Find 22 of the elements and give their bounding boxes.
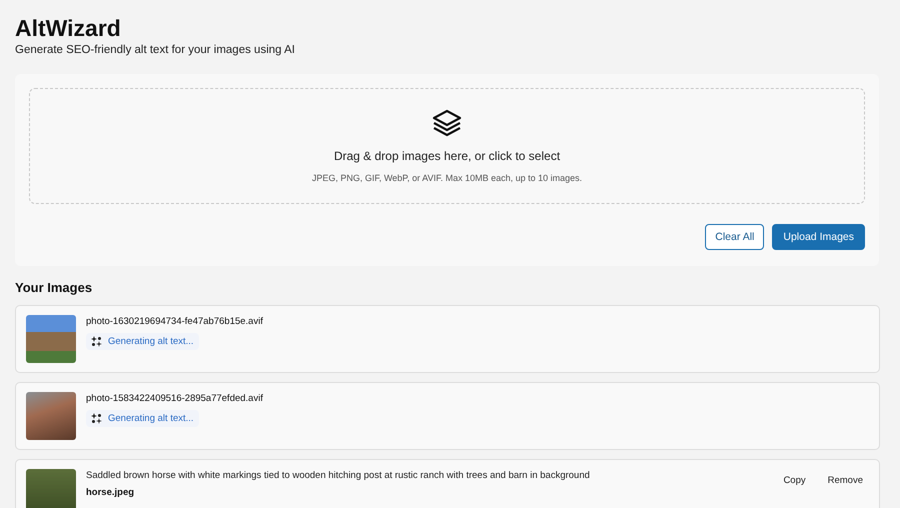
photo-placeholder xyxy=(26,392,76,440)
dropzone[interactable]: Drag & drop images here, or click to select JPEG, PNG, GIF, WebP, or AVIF. Max 10MB each, up to 10 images. xyxy=(29,88,865,204)
file-name: horse.jpeg xyxy=(86,487,136,498)
file-name: photo-1583422409516-2895a77efded.avif xyxy=(86,393,264,404)
section-title: Your Images xyxy=(15,280,94,295)
dropzone-hint: JPEG, PNG, GIF, WebP, or AVIF. Max 10MB each, up to 10 images. xyxy=(312,173,582,183)
sparkle-icon xyxy=(91,413,102,424)
layers-icon xyxy=(432,109,462,137)
remove-button[interactable]: Remove xyxy=(822,473,869,488)
photo-placeholder xyxy=(26,469,76,508)
alt-text: Saddled brown horse with white markings tied to wooden hitching post at rustic ranch with trees and barn in background xyxy=(86,470,591,481)
clear-all-button[interactable]: Clear All xyxy=(705,224,764,250)
sparkle-icon xyxy=(91,336,102,347)
app-title: AltWizard xyxy=(15,14,122,42)
upload-images-button[interactable]: Upload Images xyxy=(772,224,865,250)
copy-button[interactable]: Copy xyxy=(777,473,812,488)
status-text: Generating alt text... xyxy=(108,413,194,424)
dropzone-heading: Drag & drop images here, or click to select xyxy=(334,149,560,163)
app-subtitle: Generate SEO-friendly alt text for your images using AI xyxy=(15,44,296,56)
file-name: photo-1630219694734-fe47ab76b15e.avif xyxy=(86,316,264,327)
status-text: Generating alt text... xyxy=(108,336,194,347)
photo-placeholder xyxy=(26,315,76,363)
